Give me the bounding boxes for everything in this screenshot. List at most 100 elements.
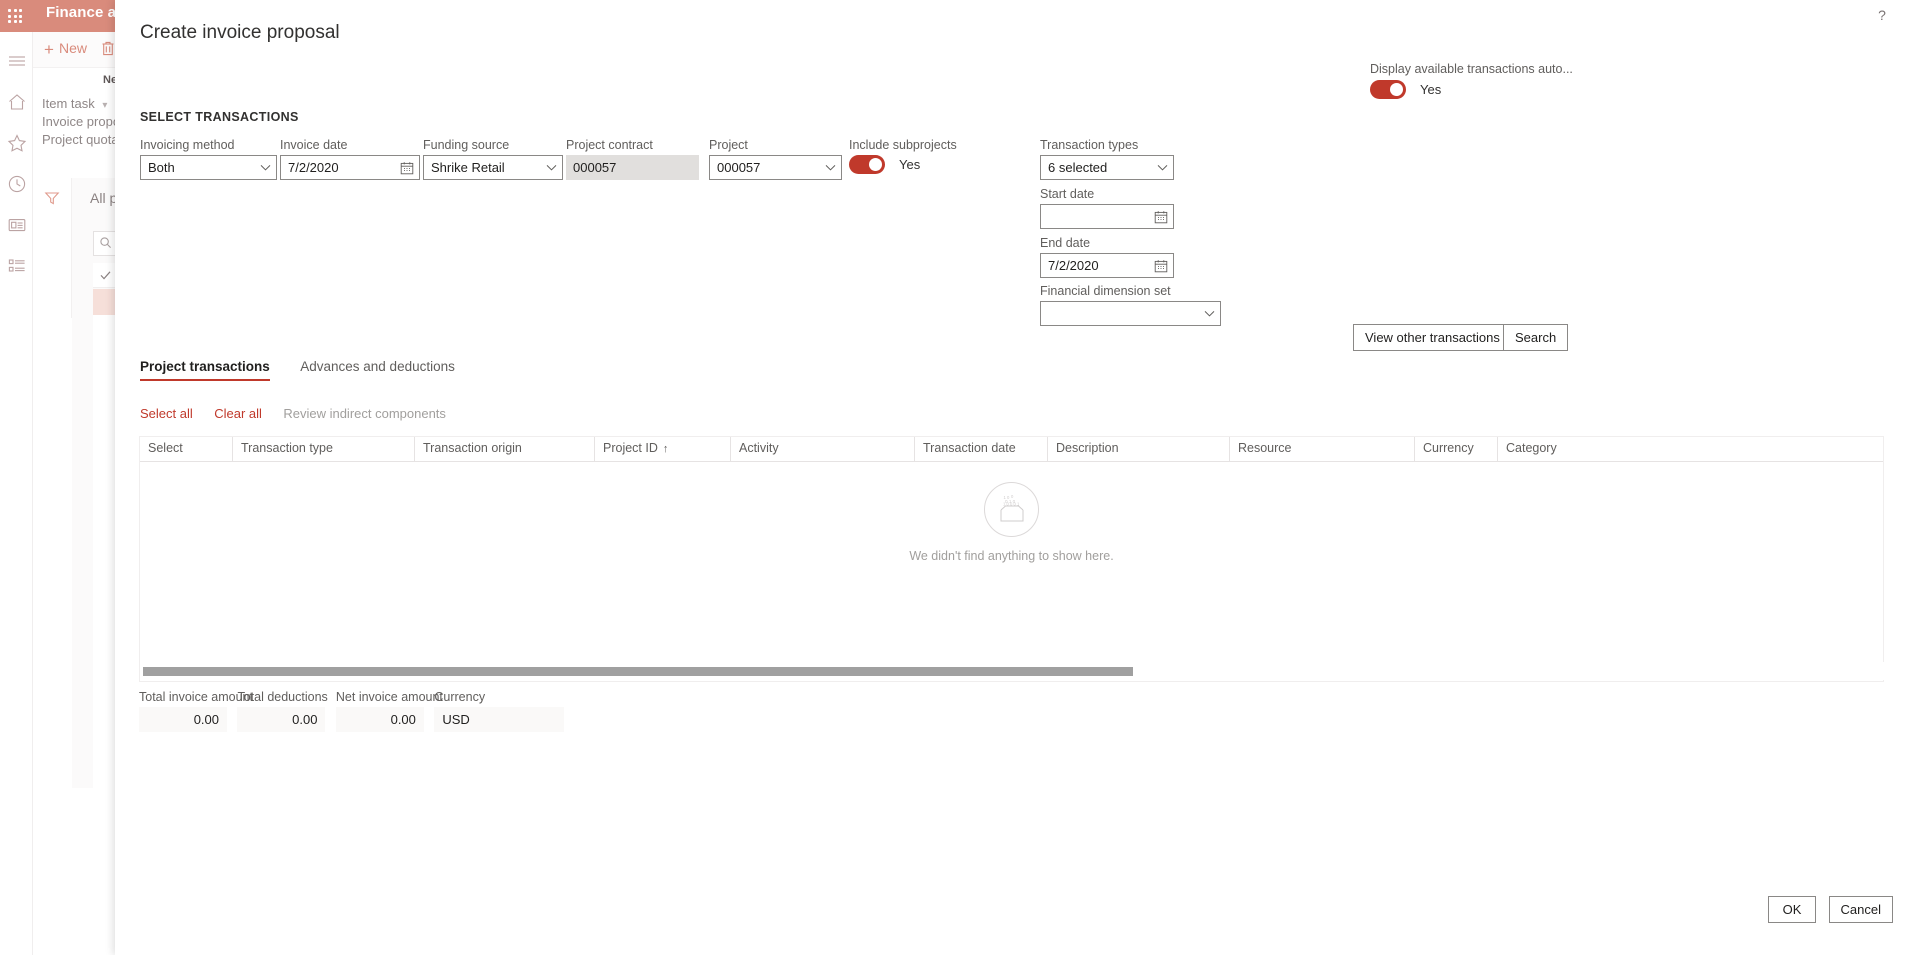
modules-list-icon[interactable] bbox=[6, 255, 28, 277]
invoice-date-value: 7/2/2020 bbox=[288, 160, 339, 175]
funding-source-select[interactable]: Shrike Retail bbox=[423, 155, 563, 180]
toggle-track[interactable] bbox=[1370, 80, 1406, 99]
field-label: Net invoice amount bbox=[335, 690, 443, 704]
clear-all-link[interactable]: Clear all bbox=[214, 406, 262, 421]
invoicing-method-select[interactable]: Both bbox=[140, 155, 277, 180]
column-header-currency[interactable]: Currency bbox=[1415, 437, 1498, 461]
net-invoice-amount-value-box: 0.00 bbox=[335, 707, 424, 732]
currency-value: USD bbox=[442, 712, 470, 727]
chevron-down-icon[interactable] bbox=[1198, 302, 1220, 325]
field-label: Invoice date bbox=[280, 138, 348, 152]
new-button[interactable]: New bbox=[59, 40, 87, 56]
search-icon bbox=[99, 236, 112, 249]
field-end-date: End date 7/2/2020 bbox=[1040, 236, 1174, 278]
include-subprojects-toggle[interactable]: Yes bbox=[849, 155, 920, 174]
calendar-icon[interactable] bbox=[395, 156, 419, 179]
transactions-grid: Select Transaction type Transaction orig… bbox=[139, 436, 1884, 682]
workspaces-icon[interactable] bbox=[6, 214, 28, 236]
field-label: Project bbox=[709, 138, 748, 152]
chevron-down-icon[interactable] bbox=[540, 156, 562, 179]
select-all-link[interactable]: Select all bbox=[140, 406, 193, 421]
calendar-icon[interactable] bbox=[1149, 254, 1173, 277]
field-label: Total deductions bbox=[237, 690, 328, 704]
horizontal-scrollbar[interactable] bbox=[141, 662, 1884, 680]
transaction-types-value: 6 selected bbox=[1048, 160, 1108, 175]
chevron-down-icon[interactable] bbox=[254, 156, 276, 179]
field-label: Start date bbox=[1040, 187, 1095, 201]
column-header-project-id[interactable]: Project ID ↑ bbox=[595, 437, 731, 461]
field-include-subprojects: Include subprojects Yes bbox=[849, 138, 957, 179]
invoice-date-input[interactable]: 7/2/2020 bbox=[280, 155, 420, 180]
chevron-down-icon[interactable] bbox=[1151, 156, 1173, 179]
ok-button[interactable]: OK bbox=[1768, 896, 1817, 923]
field-funding-source: Funding source Shrike Retail bbox=[423, 138, 563, 180]
column-header-resource[interactable]: Resource bbox=[1230, 437, 1415, 461]
project-value: 000057 bbox=[717, 160, 761, 175]
column-header-select[interactable]: Select bbox=[140, 437, 233, 461]
help-icon[interactable]: ? bbox=[1871, 4, 1893, 26]
nav-rail bbox=[0, 32, 33, 955]
view-other-transactions-button[interactable]: View other transactions bbox=[1353, 324, 1512, 351]
column-header-category[interactable]: Category bbox=[1498, 437, 1608, 461]
field-financial-dimension-set: Financial dimension set bbox=[1040, 284, 1221, 326]
empty-state-message: We didn't find anything to show here. bbox=[909, 549, 1114, 563]
field-label: End date bbox=[1040, 236, 1091, 250]
chevron-down-icon: ▾ bbox=[102, 100, 108, 111]
column-header-description[interactable]: Description bbox=[1048, 437, 1230, 461]
menu-item-item-task[interactable]: Item task ▾ bbox=[42, 96, 107, 111]
plus-icon: + bbox=[44, 40, 54, 59]
hamburger-menu-icon[interactable] bbox=[6, 50, 28, 72]
menu-item-label: Item task bbox=[42, 96, 95, 111]
check-icon[interactable] bbox=[99, 269, 112, 282]
review-indirect-components-link: Review indirect components bbox=[283, 406, 446, 421]
tab-project-transactions[interactable]: Project transactions bbox=[140, 359, 270, 381]
start-date-input[interactable] bbox=[1040, 204, 1174, 229]
field-project: Project 000057 bbox=[709, 138, 842, 180]
toggle-knob bbox=[1390, 83, 1403, 96]
field-label: Funding source bbox=[423, 138, 510, 152]
column-header-transaction-type[interactable]: Transaction type bbox=[233, 437, 415, 461]
transaction-types-select[interactable]: 6 selected bbox=[1040, 155, 1174, 180]
column-header-transaction-date[interactable]: Transaction date bbox=[915, 437, 1048, 461]
calendar-icon[interactable] bbox=[1149, 205, 1173, 228]
no-data-folder-icon: 0 1 0 1 0 0 1 0 0 0 1 bbox=[984, 482, 1039, 537]
display-available-transactions-toggle[interactable]: Yes bbox=[1370, 80, 1441, 99]
totals-row: Total invoice amount 0.00 Total deductio… bbox=[139, 690, 570, 732]
financial-dimension-set-select[interactable] bbox=[1040, 301, 1221, 326]
sort-ascending-icon: ↑ bbox=[662, 443, 669, 455]
search-button[interactable]: Search bbox=[1503, 324, 1569, 351]
end-date-input[interactable]: 7/2/2020 bbox=[1040, 253, 1174, 278]
project-select[interactable]: 000057 bbox=[709, 155, 842, 180]
empty-state: 0 1 0 1 0 0 1 0 0 0 1 We didn't find any… bbox=[140, 482, 1883, 563]
grid-header-row: Select Transaction type Transaction orig… bbox=[140, 437, 1883, 462]
tab-advances-and-deductions[interactable]: Advances and deductions bbox=[300, 359, 455, 381]
trash-icon[interactable] bbox=[100, 40, 116, 57]
filter-icon[interactable] bbox=[44, 190, 60, 206]
display-available-transactions-label: Display available transactions auto... bbox=[1370, 62, 1573, 76]
app-launcher-icon[interactable] bbox=[6, 7, 25, 26]
column-header-transaction-origin[interactable]: Transaction origin bbox=[415, 437, 595, 461]
column-header-label: Project ID bbox=[603, 441, 658, 455]
cancel-button[interactable]: Cancel bbox=[1828, 896, 1893, 923]
toggle-track[interactable] bbox=[849, 155, 885, 174]
home-icon[interactable] bbox=[6, 91, 28, 113]
favorites-star-icon[interactable] bbox=[6, 132, 28, 154]
grid-body: 0 1 0 1 0 0 1 0 0 0 1 We didn't find any… bbox=[140, 462, 1883, 662]
create-invoice-proposal-dialog: Create invoice proposal ? Display availa… bbox=[115, 0, 1907, 955]
field-label: Project contract bbox=[566, 138, 653, 152]
field-invoice-date: Invoice date 7/2/2020 bbox=[280, 138, 420, 180]
horizontal-scrollbar-thumb[interactable] bbox=[143, 667, 1133, 676]
recent-clock-icon[interactable] bbox=[6, 173, 28, 195]
chevron-down-icon[interactable] bbox=[819, 156, 841, 179]
panel-divider bbox=[71, 178, 72, 318]
invoicing-method-value: Both bbox=[148, 160, 175, 175]
project-contract-value: 000057 bbox=[573, 160, 617, 175]
total-deductions-field: Total deductions 0.00 bbox=[237, 690, 328, 732]
toggle-knob bbox=[869, 158, 882, 171]
total-invoice-amount-value-box: 0.00 bbox=[139, 707, 227, 732]
svg-text:1 0 0 0 1: 1 0 0 0 1 bbox=[1003, 501, 1020, 506]
total-deductions-value: 0.00 bbox=[292, 712, 318, 727]
field-label: Invoicing method bbox=[140, 138, 235, 152]
column-header-activity[interactable]: Activity bbox=[731, 437, 915, 461]
field-project-contract: Project contract 000057 bbox=[566, 138, 699, 180]
